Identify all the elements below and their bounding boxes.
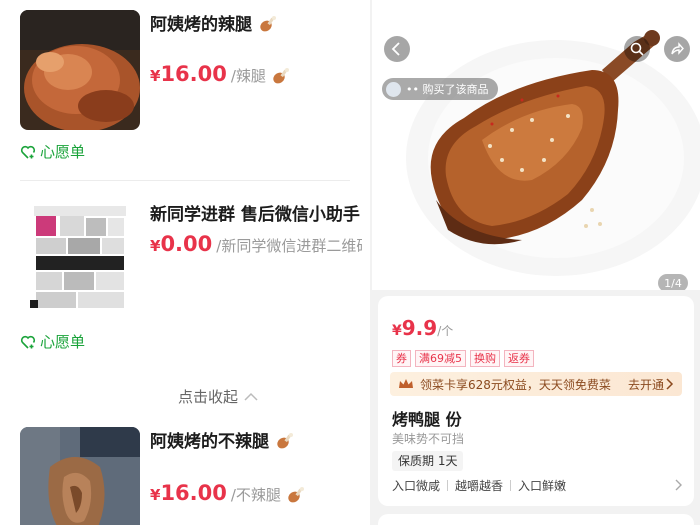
chevron-up-icon bbox=[244, 392, 258, 401]
image-counter: 1/4 bbox=[658, 274, 688, 290]
product-price: ¥0.00/新同学微信进群二维码 bbox=[150, 232, 362, 256]
product-name: 烤鸭腿 份 bbox=[392, 410, 462, 429]
promo-tags: 券 满69减5 换购 返券 bbox=[392, 350, 538, 367]
divider bbox=[447, 480, 449, 491]
divider bbox=[20, 180, 350, 181]
chevron-left-icon bbox=[391, 42, 400, 56]
drumstick-icon bbox=[273, 67, 290, 83]
product-price: ¥16.00/辣腿 bbox=[150, 62, 362, 87]
promo-tag[interactable]: 返券 bbox=[504, 350, 534, 367]
product-hero-image[interactable]: •• 购买了该商品 1/4 bbox=[372, 0, 700, 290]
promo-tag[interactable]: 换购 bbox=[470, 350, 500, 367]
avatar bbox=[386, 81, 401, 97]
collapse-toggle[interactable]: 点击收起 bbox=[178, 386, 258, 407]
product-slogan: 美味势不可挡 bbox=[392, 432, 465, 446]
detail-price: ¥9.9/个 bbox=[392, 316, 454, 340]
wishlist-button[interactable]: 心愿单 bbox=[20, 141, 85, 162]
product-item[interactable]: 新同学进群 售后微信小助手 ¥0.00/新同学微信进群二维码 心愿单 bbox=[20, 200, 362, 352]
feature-list[interactable]: 入口微咸 越嚼越香 入口鲜嫩 bbox=[392, 477, 566, 494]
drumstick-icon bbox=[260, 16, 276, 32]
wishlist-button[interactable]: 心愿单 bbox=[20, 331, 85, 352]
activate-link[interactable]: 去开通 bbox=[628, 376, 664, 393]
feature-item: 入口微咸 bbox=[392, 479, 441, 493]
drumstick-icon bbox=[288, 486, 305, 502]
product-item[interactable]: 阿姨烤的辣腿 ¥16.00/辣腿 心愿单 bbox=[20, 10, 362, 162]
product-info-card: ¥9.9/个 券 满69减5 换购 返券 领菜卡享628元权益，天天领免费菜 去… bbox=[378, 296, 694, 506]
share-button[interactable] bbox=[664, 36, 690, 62]
promo-tag[interactable]: 满69减5 bbox=[415, 350, 466, 367]
search-icon bbox=[630, 42, 644, 56]
product-detail-panel: •• 购买了该商品 1/4 ¥9.9/个 券 满69减5 换购 返券 领菜卡享6… bbox=[372, 0, 700, 525]
heart-plus-icon bbox=[20, 335, 36, 349]
product-list-panel: 阿姨烤的辣腿 ¥16.00/辣腿 心愿单 新同学进群 售后微信小助手 ¥0.00… bbox=[0, 0, 370, 525]
product-price: ¥16.00/不辣腿 bbox=[150, 481, 362, 506]
chevron-right-icon[interactable] bbox=[674, 479, 682, 491]
feature-item: 入口鲜嫩 bbox=[518, 479, 567, 493]
membership-banner[interactable]: 领菜卡享628元权益，天天领免费菜 去开通 bbox=[390, 372, 682, 396]
product-title: 新同学进群 售后微信小助手 bbox=[150, 205, 360, 225]
shelf-life-badge: 保质期 1天 bbox=[392, 451, 464, 471]
product-image[interactable] bbox=[20, 427, 140, 525]
drumstick-icon bbox=[277, 433, 293, 449]
feature-item: 越嚼越香 bbox=[455, 479, 504, 493]
product-title: 阿姨烤的辣腿 bbox=[150, 10, 362, 35]
product-item[interactable]: 阿姨烤的不辣腿 ¥16.00/不辣腿 bbox=[20, 427, 360, 525]
product-image[interactable] bbox=[20, 10, 140, 130]
promo-tag[interactable]: 券 bbox=[392, 350, 411, 367]
next-section-card bbox=[378, 514, 694, 525]
roast-duck-leg-photo bbox=[372, 0, 700, 290]
heart-plus-icon bbox=[20, 145, 36, 159]
product-image[interactable] bbox=[20, 200, 140, 320]
back-button[interactable] bbox=[384, 36, 410, 62]
chevron-right-icon bbox=[666, 378, 674, 390]
search-button[interactable] bbox=[624, 36, 650, 62]
share-icon bbox=[671, 42, 684, 55]
recent-buyer-pill: •• 购买了该商品 bbox=[382, 78, 499, 100]
divider bbox=[510, 480, 512, 491]
product-title: 阿姨烤的不辣腿 bbox=[150, 427, 362, 452]
crown-icon bbox=[399, 379, 413, 388]
